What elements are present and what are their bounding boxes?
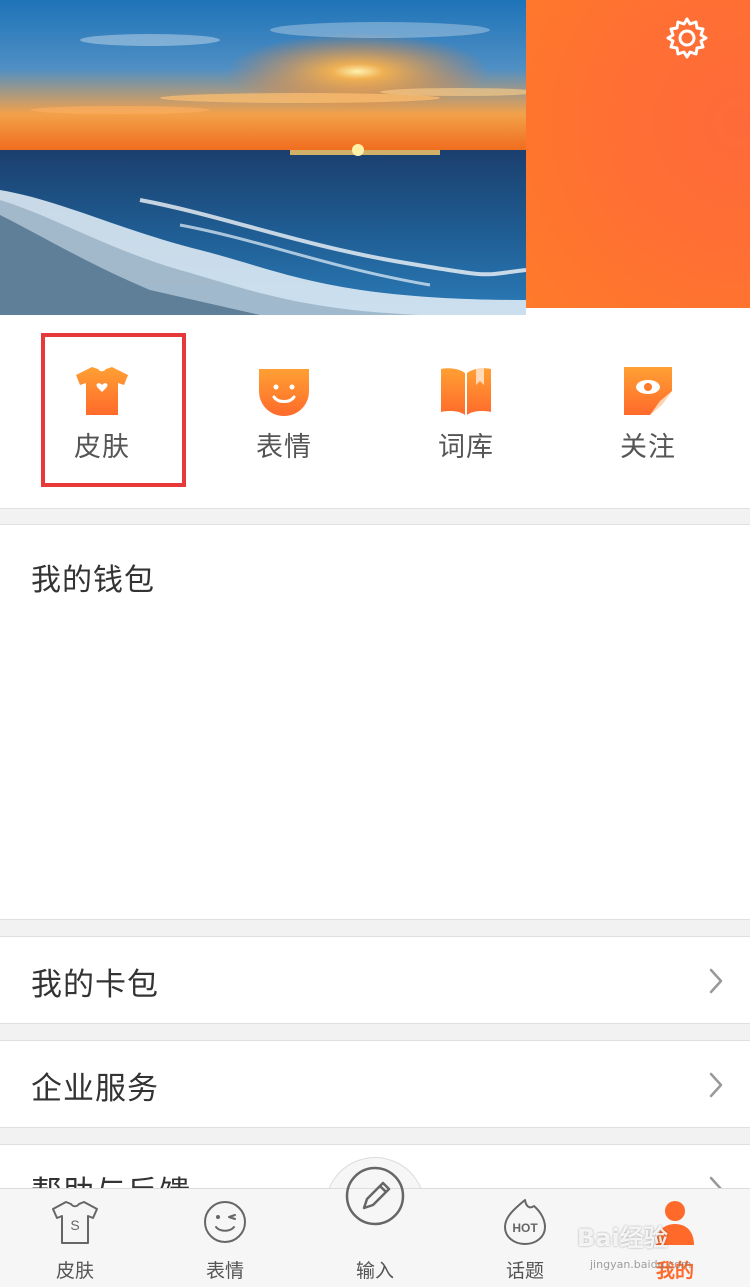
quick-action-label: 皮肤 [74, 432, 130, 463]
tab-label: 表情 [205, 1260, 244, 1282]
smiley-face-icon [259, 369, 309, 416]
chevron-right-icon [709, 1072, 723, 1098]
tab-label: 输入 [355, 1260, 394, 1282]
person-icon [656, 1201, 694, 1245]
open-book-icon [441, 368, 491, 415]
eye-flag-icon [624, 367, 672, 415]
settings-button[interactable] [664, 15, 710, 61]
tab-label: 皮肤 [55, 1260, 94, 1282]
quick-actions: 皮肤 表情 词库 关注 [0, 315, 750, 508]
tab-topics[interactable]: HOT 话题 [450, 1189, 600, 1287]
pencil-icon [345, 1166, 405, 1226]
tab-skin[interactable]: S 皮肤 [0, 1189, 150, 1287]
quick-action-label: 表情 [256, 432, 312, 463]
profile-header [0, 0, 750, 315]
menu-row-card-wallet[interactable]: 我的卡包 [0, 937, 750, 1023]
hot-flame-icon: HOT [504, 1199, 546, 1245]
quick-action-emoji[interactable]: 表情 [193, 315, 375, 508]
tab-emoji[interactable]: 表情 [150, 1189, 300, 1287]
wallet-title: 我的钱包 [31, 563, 155, 598]
tab-label: 我的 [655, 1260, 694, 1282]
quick-action-label: 词库 [438, 432, 494, 463]
tshirt-icon [76, 367, 128, 415]
svg-text:HOT: HOT [512, 1221, 538, 1235]
gear-icon [666, 17, 708, 59]
menu-row-label: 我的卡包 [31, 967, 159, 1003]
chevron-right-icon [709, 968, 723, 994]
quick-action-dictionary[interactable]: 词库 [375, 315, 557, 508]
tab-mine[interactable]: 我的 [600, 1189, 750, 1287]
menu-row-enterprise[interactable]: 企业服务 [0, 1041, 750, 1127]
quick-action-skin[interactable]: 皮肤 [11, 315, 193, 508]
tab-input[interactable]: 输入 [300, 1166, 450, 1287]
skin-s-shirt-icon: S [52, 1201, 98, 1244]
svg-text:S: S [70, 1217, 79, 1233]
bottom-tab-bar: S 皮肤 表情 输入 HOT 话题 我的 [0, 1166, 750, 1287]
section-divider [0, 1127, 750, 1145]
wallet-section[interactable]: 我的钱包 [0, 525, 750, 919]
wink-face-icon [204, 1201, 246, 1243]
tab-label: 话题 [505, 1260, 544, 1282]
quick-action-label: 关注 [620, 432, 676, 463]
sunset-sea-illustration [0, 0, 526, 315]
quick-action-follow[interactable]: 关注 [557, 315, 739, 508]
menu-row-label: 企业服务 [31, 1071, 159, 1107]
section-divider [0, 508, 750, 525]
section-divider [0, 1023, 750, 1041]
banner-image [0, 0, 526, 315]
profile-orange-panel [526, 0, 750, 308]
section-divider [0, 919, 750, 937]
